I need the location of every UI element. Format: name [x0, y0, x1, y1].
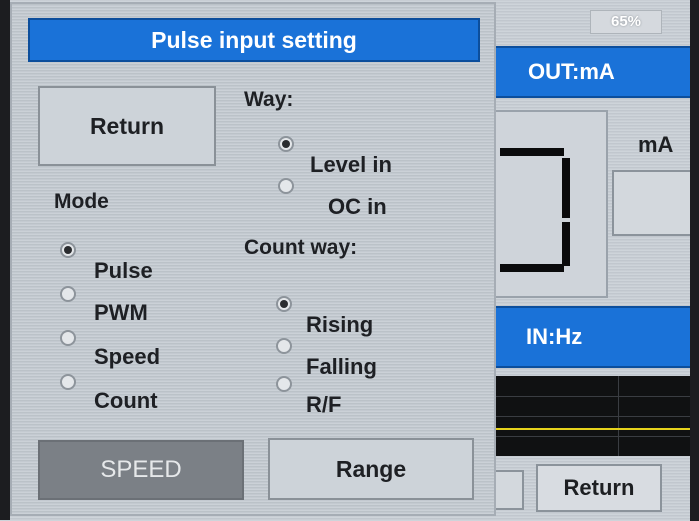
- segment: [562, 222, 570, 266]
- segment: [500, 264, 564, 272]
- device-screen: 65% OUT:mA mA IN:Hz Return Pulse input s…: [0, 0, 699, 521]
- grid-line: [478, 396, 699, 397]
- option-oc-in[interactable]: OC in: [328, 194, 387, 220]
- radio-pulse[interactable]: [60, 242, 76, 258]
- radio-speed[interactable]: [60, 330, 76, 346]
- screen-bezel-left: [0, 0, 10, 520]
- signal-graph: [478, 376, 699, 456]
- radio-rising[interactable]: [276, 296, 292, 312]
- radio-pwm[interactable]: [60, 286, 76, 302]
- radio-rf[interactable]: [276, 376, 292, 392]
- option-falling[interactable]: Falling: [306, 354, 377, 380]
- radio-falling[interactable]: [276, 338, 292, 354]
- radio-level-in[interactable]: [278, 136, 294, 152]
- unit-label: mA: [638, 132, 674, 157]
- count-way-heading: Count way:: [244, 236, 358, 259]
- unit-value-box: [612, 170, 699, 236]
- input-mode-header[interactable]: IN:Hz: [478, 306, 699, 368]
- range-button[interactable]: Range: [268, 438, 474, 500]
- option-speed[interactable]: Speed: [94, 344, 160, 370]
- radio-count[interactable]: [60, 374, 76, 390]
- option-rising[interactable]: Rising: [306, 312, 373, 338]
- segment: [562, 158, 570, 218]
- battery-badge: 65%: [590, 10, 662, 34]
- mode-heading: Mode: [54, 190, 109, 213]
- return-button[interactable]: Return: [38, 86, 216, 166]
- speed-button[interactable]: SPEED: [38, 440, 244, 500]
- background-return-button[interactable]: Return: [536, 464, 662, 512]
- grid-line: [478, 416, 699, 417]
- signal-trace: [478, 428, 699, 430]
- output-mode-header[interactable]: OUT:mA: [492, 46, 699, 98]
- way-heading: Way:: [244, 88, 294, 111]
- option-level-in[interactable]: Level in: [310, 152, 392, 178]
- radio-oc-in[interactable]: [278, 178, 294, 194]
- seven-segment-display: [478, 110, 608, 298]
- grid-line: [478, 436, 699, 437]
- option-rf[interactable]: R/F: [306, 392, 341, 418]
- dialog-title: Pulse input setting: [28, 18, 480, 62]
- grid-line: [618, 376, 619, 456]
- segment: [500, 148, 564, 156]
- option-count[interactable]: Count: [94, 388, 158, 414]
- pulse-input-dialog: Pulse input setting Return Way: Level in…: [10, 2, 496, 516]
- option-pwm[interactable]: PWM: [94, 300, 148, 326]
- option-pulse[interactable]: Pulse: [94, 258, 153, 284]
- screen-bezel-right: [690, 0, 699, 521]
